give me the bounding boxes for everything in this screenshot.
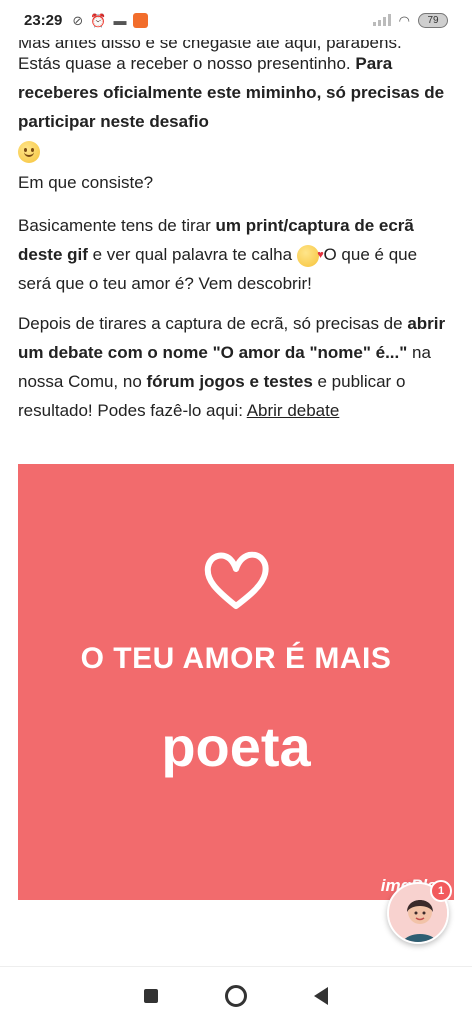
gif-result-word: poeta	[161, 715, 311, 778]
forum-bold-text: fórum jogos e testes	[146, 372, 313, 391]
gif-heading: O TEU AMOR É MAIS	[80, 642, 392, 675]
status-time: 23:29	[24, 11, 63, 29]
debate-text: Depois de tirares a captura de ecrã, só …	[18, 314, 408, 333]
open-debate-link[interactable]: Abrir debate	[247, 401, 340, 420]
battery-level: 79	[427, 14, 439, 26]
article-content: Mas antes disso e se chegaste até aqui, …	[18, 40, 454, 964]
home-circle-icon[interactable]	[224, 984, 247, 1007]
paragraph-question: Em que consiste?	[18, 173, 154, 192]
paragraph-debate: Depois de tirares a captura de ecrã, só …	[18, 309, 454, 425]
intro-text: Estás quase a receber o nosso presentinh…	[18, 54, 356, 73]
heart-icon	[204, 551, 269, 609]
smile-emoji-icon	[18, 140, 40, 163]
mute-icon: ⊘	[72, 12, 84, 28]
app-notification-icon	[133, 12, 149, 28]
instructions-text: Basicamente tens de tirar	[18, 216, 216, 235]
system-navigation-bar	[0, 966, 472, 1024]
result-gif: O TEU AMOR É MAIS poeta imgPlay	[18, 464, 454, 900]
system-status: ◠ 79	[372, 12, 448, 28]
kiss-emoji-icon	[296, 241, 324, 270]
battery-icon: 79	[418, 12, 448, 28]
notification-badge: 1	[430, 880, 452, 902]
alarm-icon: ⏰	[90, 12, 107, 28]
paragraph-intro: Estás quase a receber o nosso presentinh…	[18, 49, 454, 165]
signal-icon	[372, 14, 391, 26]
recents-square-icon[interactable]	[143, 988, 158, 1003]
message-icon: ▬	[113, 12, 127, 28]
status-bar: 23:29 ⊘ ⏰ ▬ ◠ 79	[0, 0, 472, 40]
paragraph-instructions: Basicamente tens de tirar um print/captu…	[18, 211, 454, 298]
instructions-text-2: e ver qual palavra te calha	[87, 245, 297, 264]
back-triangle-icon[interactable]	[314, 986, 329, 1005]
notification-icons: ⊘ ⏰ ▬	[72, 12, 149, 28]
wifi-icon: ◠	[398, 12, 410, 28]
cut-off-text-bottom: Se respondeste a todos os debates deste …	[18, 956, 454, 964]
